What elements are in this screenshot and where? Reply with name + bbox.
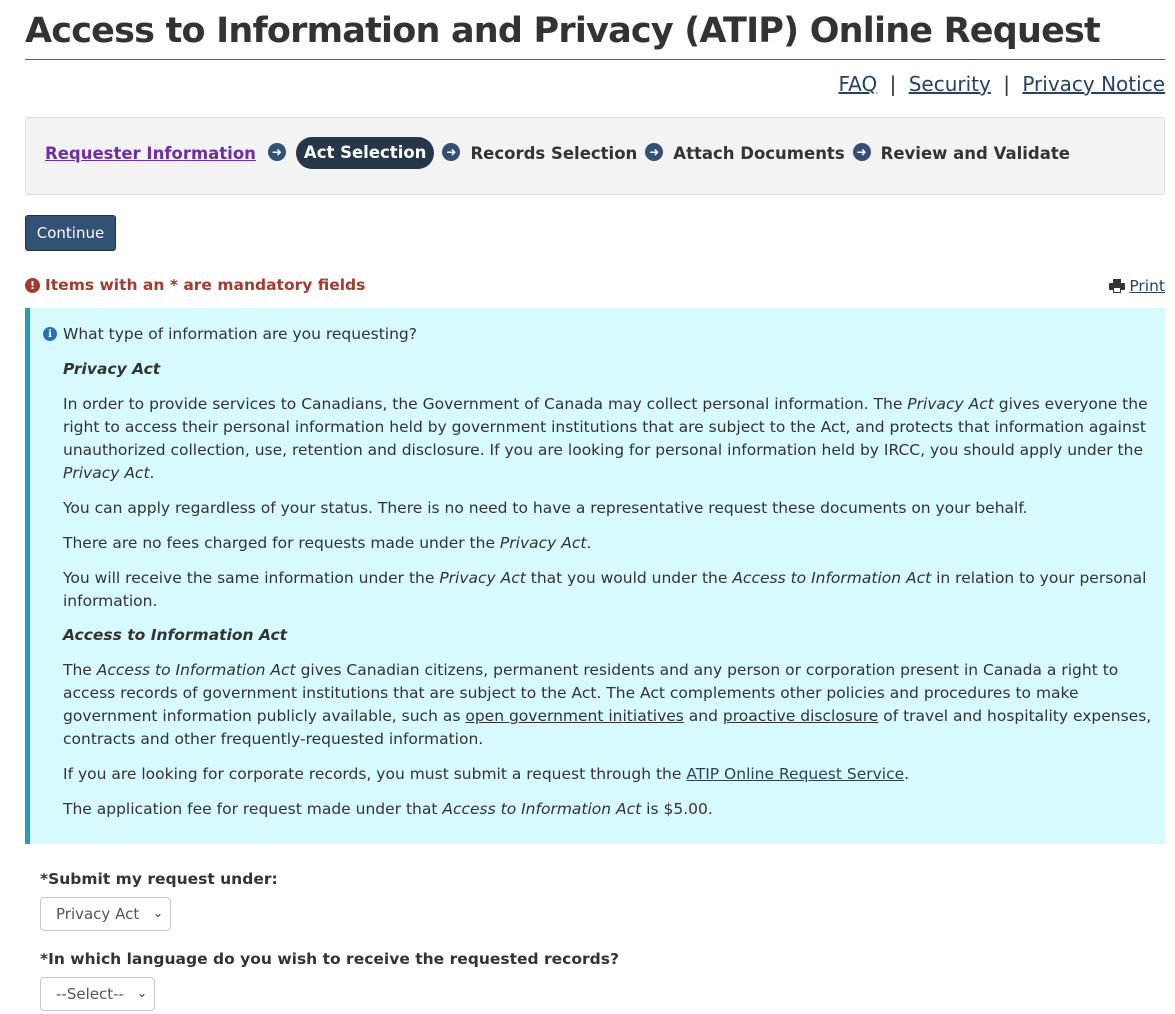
page-title: Access to Information and Privacy (ATIP)… — [25, 11, 1101, 51]
privacy-paragraph-2: You can apply regardless of your status.… — [63, 499, 1028, 517]
progress-steps: Requester Information ➜ Act Selection ➜ … — [25, 117, 1165, 195]
info-question-text: What type of information are you request… — [63, 325, 417, 343]
ati-paragraph-1: The Access to Information Act gives Cana… — [63, 661, 1152, 748]
language-value: --Select-- — [56, 985, 124, 1003]
arrow-circle-right-icon: ➜ — [645, 143, 664, 161]
info-circle-icon: i — [43, 327, 57, 341]
info-question: i What type of information are you reque… — [43, 325, 417, 343]
step-attach-documents: Attach Documents — [673, 143, 845, 163]
privacy-paragraph-1: In order to provide services to Canadian… — [63, 395, 1148, 482]
language-label: *In which language do you wish to receiv… — [40, 950, 619, 968]
step-requester-information[interactable]: Requester Information — [45, 144, 260, 163]
printer-icon — [1109, 279, 1126, 293]
chevron-down-icon: ⌄ — [136, 986, 147, 1000]
submit-under-value: Privacy Act — [56, 905, 140, 923]
atip-online-service-link[interactable]: ATIP Online Request Service — [686, 765, 904, 783]
submit-under-label: *Submit my request under: — [40, 870, 278, 888]
privacy-paragraph-3: There are no fees charged for requests m… — [63, 534, 592, 552]
ati-paragraph-3: The application fee for request made und… — [63, 800, 713, 818]
info-panel: i What type of information are you reque… — [25, 308, 1165, 844]
title-divider — [25, 59, 1165, 60]
chevron-down-icon: ⌄ — [152, 906, 163, 920]
arrow-circle-right-icon: ➜ — [852, 143, 871, 161]
arrow-circle-right-icon: ➜ — [267, 143, 286, 161]
privacy-paragraph-4: You will receive the same information un… — [63, 569, 1147, 610]
continue-button[interactable]: Continue — [25, 215, 116, 251]
print-link[interactable]: Print — [1129, 277, 1165, 295]
step-records-selection: Records Selection — [470, 143, 638, 163]
faq-link[interactable]: FAQ — [839, 72, 878, 96]
step-act-selection: Act Selection — [295, 137, 435, 169]
open-government-link[interactable]: open government initiatives — [465, 707, 684, 725]
language-select[interactable]: --Select-- ⌄ — [40, 977, 155, 1011]
security-link[interactable]: Security — [909, 72, 991, 96]
step-review-validate: Review and Validate — [880, 143, 1070, 163]
top-links: FAQ | Security | Privacy Notice — [839, 72, 1166, 96]
arrow-circle-right-icon: ➜ — [442, 143, 461, 161]
submit-under-select[interactable]: Privacy Act ⌄ — [40, 897, 171, 931]
exclamation-circle-icon: ! — [25, 277, 40, 293]
ati-paragraph-2: If you are looking for corporate records… — [63, 765, 910, 783]
link-separator: | — [1003, 72, 1010, 96]
proactive-disclosure-link[interactable]: proactive disclosure — [723, 707, 878, 725]
link-separator: | — [889, 72, 897, 96]
ati-act-heading: Access to Information Act — [63, 626, 288, 644]
privacy-notice-link[interactable]: Privacy Notice — [1022, 72, 1165, 96]
mandatory-text: Items with an * are mandatory fields — [45, 276, 366, 294]
mandatory-notice: ! Items with an * are mandatory fields — [25, 276, 365, 294]
privacy-act-heading: Privacy Act — [63, 360, 161, 378]
print-control[interactable]: Print — [1109, 277, 1165, 295]
